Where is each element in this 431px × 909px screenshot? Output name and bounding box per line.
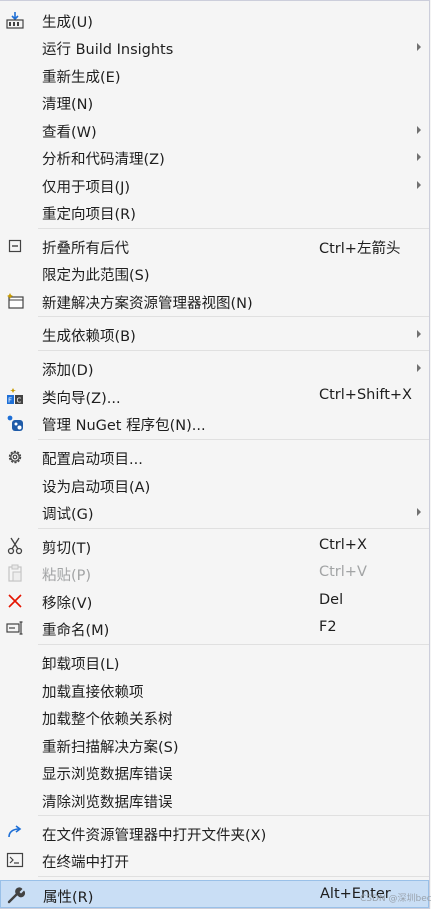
menu-item-label: 移除(V)	[42, 596, 93, 612]
menu-item-new-solution-explorer-view[interactable]: 新建解决方案资源管理器视图(N)	[0, 287, 429, 314]
menu-item-label: 在终端中打开	[42, 855, 129, 871]
build-icon	[6, 11, 24, 29]
menu-item-open-in-terminal[interactable]: 在终端中打开	[0, 846, 429, 873]
menu-item-manage-nuget-packages[interactable]: 管理 NuGet 程序包(N)...	[0, 409, 429, 436]
menu-item-label: 调试(G)	[42, 507, 94, 523]
menu-item-label: 添加(D)	[42, 363, 94, 379]
menu-item-scope-to-this[interactable]: 限定为此范围(S)	[0, 259, 429, 286]
submenu-arrow-icon	[417, 43, 421, 51]
svg-text:F: F	[8, 397, 12, 405]
menu-item-label: 生成(U)	[42, 15, 93, 31]
menu-item-cut[interactable]: 剪切(T) Ctrl+X	[0, 532, 429, 559]
menu-item-label: 配置启动项目...	[42, 452, 143, 468]
menu-item-unload-project[interactable]: 卸载项目(L)	[0, 648, 429, 675]
menu-separator	[38, 876, 429, 877]
menu-separator	[38, 644, 429, 645]
gear-icon	[6, 448, 24, 466]
menu-item-label: 粘贴(P)	[42, 568, 92, 584]
menu-item-label: 新建解决方案资源管理器视图(N)	[42, 296, 253, 312]
menu-item-open-folder-in-explorer[interactable]: 在文件资源管理器中打开文件夹(X)	[0, 819, 429, 846]
menu-item-label: 加载整个依赖关系树	[42, 712, 173, 728]
menu-item-label: 管理 NuGet 程序包(N)...	[42, 418, 206, 434]
menu-item-label: 限定为此范围(S)	[42, 268, 150, 284]
svg-text:C: C	[17, 397, 22, 405]
menu-item-rebuild[interactable]: 重新生成(E)	[0, 61, 429, 88]
watermark: CSDN @深圳beci	[360, 894, 431, 904]
menu-item-label: 重定向项目(R)	[42, 207, 136, 223]
menu-item-configure-startup-projects[interactable]: 配置启动项目...	[0, 443, 429, 470]
menu-item-label: 属性(R)	[43, 890, 94, 906]
open-folder-arrow-icon	[6, 824, 24, 842]
menu-item-label: 清除浏览数据库错误	[42, 795, 173, 811]
submenu-arrow-icon	[417, 508, 421, 516]
menu-item-load-dependency-tree[interactable]: 加载整个依赖关系树	[0, 703, 429, 730]
menu-item-label: 运行 Build Insights	[42, 42, 174, 58]
submenu-arrow-icon	[417, 330, 421, 338]
menu-item-label: 设为启动项目(A)	[42, 480, 151, 496]
menu-item-remove[interactable]: 移除(V) Del	[0, 587, 429, 614]
menu-item-shortcut: Ctrl+X	[319, 537, 367, 553]
menu-item-analyze-code-cleanup[interactable]: 分析和代码清理(Z)	[0, 143, 429, 170]
new-view-icon	[6, 292, 24, 310]
scissors-icon	[6, 537, 24, 555]
menu-item-label: 仅用于项目(J)	[42, 180, 131, 196]
menu-separator	[38, 528, 429, 529]
menu-item-label: 生成依赖项(B)	[42, 329, 136, 345]
class-wizard-icon: FC	[6, 387, 24, 405]
menu-item-shortcut: F2	[319, 619, 337, 635]
menu-item-build[interactable]: 生成(U)	[0, 6, 429, 33]
menu-item-label: 卸载项目(L)	[42, 657, 120, 673]
menu-item-label: 类向导(Z)...	[42, 391, 121, 407]
wrench-icon	[7, 886, 25, 904]
menu-item-label: 显示浏览数据库错误	[42, 767, 173, 783]
menu-item-shortcut: Ctrl+V	[319, 564, 367, 580]
terminal-icon	[6, 851, 24, 869]
menu-separator	[38, 815, 429, 816]
menu-item-view[interactable]: 查看(W)	[0, 116, 429, 143]
menu-separator	[38, 316, 429, 317]
menu-item-shortcut: Ctrl+左箭头	[319, 241, 401, 257]
menu-item-debug[interactable]: 调试(G)	[0, 498, 429, 525]
menu-item-project-only[interactable]: 仅用于项目(J)	[0, 171, 429, 198]
menu-item-load-direct-dependencies[interactable]: 加载直接依赖项	[0, 676, 429, 703]
rename-icon	[6, 619, 24, 637]
menu-item-label: 重新扫描解决方案(S)	[42, 740, 179, 756]
menu-item-label: 折叠所有后代	[42, 241, 129, 257]
collapse-icon	[6, 237, 24, 255]
menu-item-shortcut: Ctrl+Shift+X	[319, 387, 412, 403]
menu-item-clear-browsing-db-errors[interactable]: 清除浏览数据库错误	[0, 786, 429, 813]
menu-separator	[38, 228, 429, 229]
menu-item-collapse-all-descendants[interactable]: 折叠所有后代 Ctrl+左箭头	[0, 232, 429, 259]
menu-item-label: 清理(N)	[42, 97, 94, 113]
submenu-arrow-icon	[417, 153, 421, 161]
menu-item-label: 重新生成(E)	[42, 70, 121, 86]
menu-item-rename[interactable]: 重命名(M) F2	[0, 614, 429, 641]
context-menu: 生成(U) 运行 Build Insights 重新生成(E) 清理(N) 查看…	[0, 0, 430, 909]
menu-item-label: 加载直接依赖项	[42, 685, 144, 701]
menu-item-set-as-startup-project[interactable]: 设为启动项目(A)	[0, 471, 429, 498]
submenu-arrow-icon	[417, 181, 421, 189]
menu-item-label: 在文件资源管理器中打开文件夹(X)	[42, 828, 267, 844]
submenu-arrow-icon	[417, 126, 421, 134]
menu-separator	[38, 439, 429, 440]
menu-separator	[38, 350, 429, 351]
clipboard-icon	[6, 564, 24, 582]
menu-item-label: 分析和代码清理(Z)	[42, 152, 165, 168]
close-icon	[6, 592, 24, 610]
menu-item-retarget-projects[interactable]: 重定向项目(R)	[0, 198, 429, 225]
menu-item-add[interactable]: 添加(D)	[0, 354, 429, 381]
menu-item-label: 重命名(M)	[42, 623, 110, 639]
menu-item-run-build-insights[interactable]: 运行 Build Insights	[0, 33, 429, 60]
menu-item-build-dependencies[interactable]: 生成依赖项(B)	[0, 320, 429, 347]
menu-item-clean[interactable]: 清理(N)	[0, 88, 429, 115]
menu-item-class-wizard[interactable]: FC 类向导(Z)... Ctrl+Shift+X	[0, 382, 429, 409]
menu-item-label: 查看(W)	[42, 125, 97, 141]
menu-item-paste: 粘贴(P) Ctrl+V	[0, 559, 429, 586]
nuget-icon	[6, 414, 24, 432]
menu-item-display-browsing-db-errors[interactable]: 显示浏览数据库错误	[0, 758, 429, 785]
menu-item-shortcut: Del	[319, 592, 344, 608]
menu-item-label: 剪切(T)	[42, 541, 92, 557]
submenu-arrow-icon	[417, 364, 421, 372]
menu-item-rescan-solution[interactable]: 重新扫描解决方案(S)	[0, 731, 429, 758]
